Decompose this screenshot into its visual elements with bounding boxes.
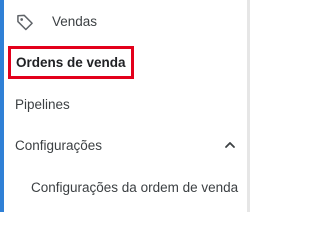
nav-item-pipelines[interactable]: Pipelines	[0, 92, 246, 116]
tag-icon	[17, 14, 33, 31]
chevron-up-icon[interactable]	[224, 139, 236, 151]
nav-item-configuracoes[interactable]: Configurações	[0, 133, 246, 157]
sidebar-scrollbar[interactable]	[247, 0, 250, 212]
nav-subitem-configuracoes-ordem-label: Configurações da ordem de venda	[31, 179, 239, 195]
nav-item-ordens-de-venda[interactable]: Ordens de venda	[8, 46, 134, 79]
nav-item-vendas[interactable]: Vendas	[0, 8, 246, 36]
nav-item-vendas-label: Vendas	[52, 14, 98, 29]
nav-item-configuracoes-label: Configurações	[15, 137, 103, 153]
nav-item-pipelines-label: Pipelines	[15, 96, 70, 112]
nav-item-ordens-de-venda-label: Ordens de venda	[16, 55, 126, 70]
nav-subitem-configuracoes-ordem-de-venda[interactable]: Configurações da ordem de venda	[0, 175, 246, 199]
